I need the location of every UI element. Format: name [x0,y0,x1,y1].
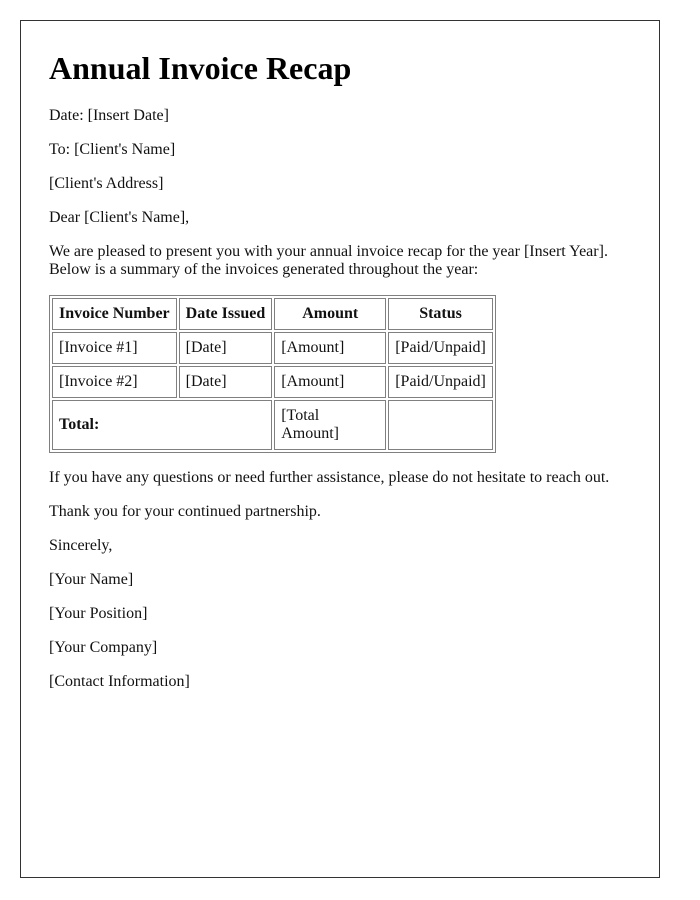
thanks-line: Thank you for your continued partnership… [49,503,321,520]
header-invoice-number: Invoice Number [52,298,177,330]
address-line: [Client's Address] [49,175,164,192]
intro-line-1: We are pleased to present you with your … [49,243,608,260]
header-status: Status [388,298,493,330]
signoff: Sincerely, [49,537,113,554]
letter-page: Annual Invoice Recap Date: [Insert Date]… [20,20,660,878]
recipient-line: To: [Client's Name] [49,141,176,158]
header-date-issued: Date Issued [178,298,273,330]
total-label: Total: [52,400,273,450]
total-status [388,400,493,450]
cell-invoice-number: [Invoice #1] [52,332,177,364]
cell-status: [Paid/Unpaid] [388,366,493,398]
cell-date-issued: [Date] [178,332,273,364]
signature-company: [Your Company] [49,639,158,656]
cell-invoice-number: [Invoice #2] [52,366,177,398]
total-amount: [Total Amount] [274,400,387,450]
signature-name: [Your Name] [49,571,134,588]
date-line: Date: [Insert Date] [49,107,169,124]
table-row: [Invoice #2] [Date] [Amount] [Paid/Unpai… [52,366,493,398]
invoice-table: Invoice Number Date Issued Amount Status… [49,295,496,453]
table-header-row: Invoice Number Date Issued Amount Status [52,298,493,330]
signature-contact: [Contact Information] [49,673,190,690]
intro-paragraph: We are pleased to present you with your … [49,243,631,279]
salutation: Dear [Client's Name], [49,209,190,226]
signature-position: [Your Position] [49,605,148,622]
cell-date-issued: [Date] [178,366,273,398]
document-title: Annual Invoice Recap [49,50,352,86]
table-row: [Invoice #1] [Date] [Amount] [Paid/Unpai… [52,332,493,364]
closing-note: If you have any questions or need furthe… [49,469,610,486]
cell-status: [Paid/Unpaid] [388,332,493,364]
cell-amount: [Amount] [274,366,387,398]
table-total-row: Total: [Total Amount] [52,400,493,450]
header-amount: Amount [274,298,387,330]
intro-line-2: Below is a summary of the invoices gener… [49,261,479,278]
cell-amount: [Amount] [274,332,387,364]
